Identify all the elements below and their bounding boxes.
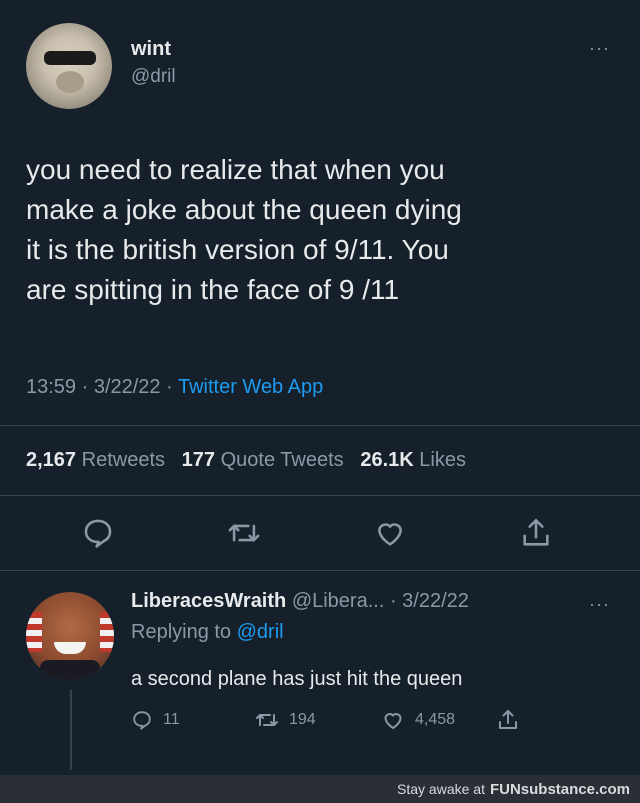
- tweet-meta: 13:59 · 3/22/22 · Twitter Web App: [26, 376, 323, 399]
- likes-stat[interactable]: 26.1K Likes: [360, 449, 466, 471]
- engagement-stats: 2,167 Retweets 177 Quote Tweets 26.1K Li…: [26, 449, 466, 472]
- reply-handle-date[interactable]: @Libera... · 3/22/22: [292, 590, 469, 612]
- author-name[interactable]: wint: [131, 38, 171, 61]
- divider: [0, 570, 640, 571]
- retweet-button[interactable]: [227, 516, 261, 550]
- watermark-text: Stay awake at: [397, 781, 485, 797]
- tweet-text: you need to realize that when you make a…: [26, 154, 462, 305]
- reply-button[interactable]: [81, 516, 115, 550]
- quotes-label: Quote Tweets: [220, 449, 344, 471]
- reply-like-count: 4,458: [415, 711, 456, 728]
- likes-label: Likes: [419, 449, 466, 471]
- tweet-timestamp[interactable]: 13:59 · 3/22/22 ·: [26, 376, 178, 398]
- watermark-brand: FUNsubstance.com: [489, 780, 630, 798]
- reply-icon: [133, 711, 151, 730]
- divider: [0, 425, 640, 426]
- retweet-icon: [256, 714, 278, 726]
- divider: [0, 495, 640, 496]
- replying-to-handle[interactable]: @dril: [237, 621, 284, 643]
- reply-retweet-button[interactable]: 194: [255, 708, 316, 732]
- reply-like-button[interactable]: 4,458: [381, 708, 455, 732]
- reply-more-options-icon[interactable]: ···: [589, 594, 610, 615]
- retweets-label: Retweets: [81, 449, 165, 471]
- tweet-source[interactable]: Twitter Web App: [178, 376, 323, 398]
- author-avatar[interactable]: [26, 23, 112, 109]
- quotes-count: 177: [181, 449, 216, 471]
- replying-prefix: Replying to: [131, 621, 237, 643]
- reply-author-avatar[interactable]: [26, 592, 114, 680]
- share-button[interactable]: [519, 516, 553, 550]
- avatar-flag: [26, 612, 42, 652]
- retweet-icon: [228, 524, 260, 542]
- replying-to: Replying to @dril: [131, 621, 284, 644]
- retweets-stat[interactable]: 2,167 Retweets: [26, 449, 165, 471]
- reply-author-name[interactable]: LiberacesWraith: [131, 590, 286, 612]
- avatar-sunglasses: [44, 51, 96, 65]
- avatar-suit: [40, 660, 100, 680]
- like-icon: [384, 713, 402, 729]
- reply-text: a second plane has just hit the queen: [131, 668, 463, 690]
- thread-line: [70, 690, 72, 770]
- share-icon: [499, 710, 517, 729]
- reply-reply-count: 11: [163, 711, 180, 728]
- like-icon: [378, 523, 402, 546]
- like-button[interactable]: [373, 516, 407, 550]
- retweets-count: 2,167: [26, 449, 77, 471]
- reply-reply-button[interactable]: 11: [131, 708, 180, 732]
- more-options-icon[interactable]: ···: [589, 38, 610, 59]
- likes-count: 26.1K: [360, 449, 414, 471]
- avatar-smile: [54, 642, 86, 654]
- share-icon: [523, 518, 549, 546]
- reply-header: LiberacesWraith @Libera... · 3/22/22: [131, 590, 469, 613]
- reply-icon: [84, 519, 112, 548]
- reply-retweet-count: 194: [289, 711, 316, 728]
- quotes-stat[interactable]: 177 Quote Tweets: [182, 449, 344, 471]
- watermark-footer: Stay awake at FUNsubstance.com: [0, 775, 640, 803]
- avatar-face: [56, 71, 84, 93]
- avatar-flag: [100, 612, 114, 652]
- reply-share-button[interactable]: [496, 708, 520, 732]
- author-handle[interactable]: @dril: [131, 66, 176, 88]
